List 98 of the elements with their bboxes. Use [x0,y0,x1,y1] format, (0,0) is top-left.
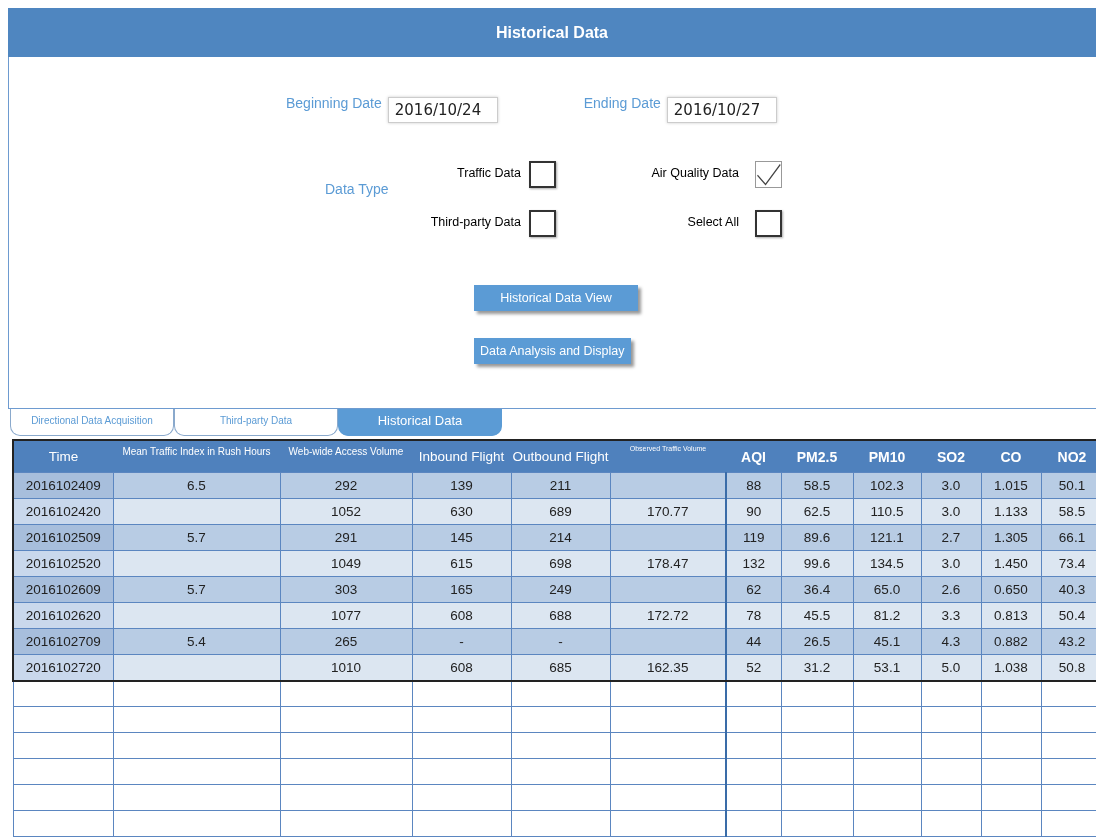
checkbox[interactable] [755,161,782,188]
table-cell: 291 [280,524,412,551]
table-cell: 26.5 [781,628,853,655]
table-cell: 1077 [280,602,412,629]
action-button[interactable]: Historical Data View [474,285,638,311]
column-header: PM2.5 [781,440,853,473]
checkbox[interactable] [755,210,782,237]
table-cell: 145 [412,524,511,551]
checkbox-label: Third-party Data [430,215,521,229]
table-cell: 110.5 [853,498,921,525]
table-cell: 630 [412,498,511,525]
table-cell: 688 [511,602,610,629]
table-cell: 58.5 [781,472,853,499]
table-cell: - [511,628,610,655]
column-header: PM10 [853,440,921,473]
table-cell: 121.1 [853,524,921,551]
table-cell: 162.35 [610,654,726,681]
column-header: AQI [726,440,781,473]
table-cell: 119 [726,524,781,551]
column-header: Inbound Flight [412,440,511,473]
table-cell: 45.1 [853,628,921,655]
table-cell: 132 [726,550,781,577]
table-cell: 89.6 [781,524,853,551]
table-cell: 36.4 [781,576,853,603]
table-cell: 65.0 [853,576,921,603]
table-cell: 1010 [280,654,412,681]
column-header: Web-wide Access Volume [280,440,412,473]
tab[interactable]: Directional Data Acquisition [10,409,174,436]
checkbox-label: Select All [687,215,739,229]
column-header: SO2 [921,440,981,473]
column-header: Time [13,440,113,473]
table-cell: 5.7 [113,576,280,603]
table-cell: 165 [412,576,511,603]
checkbox[interactable] [529,210,556,237]
table-cell: 698 [511,550,610,577]
table-cell: 45.5 [781,602,853,629]
table-cell: 2016102509 [13,524,113,551]
table-cell: 139 [412,472,511,499]
table-cell: 1.015 [981,472,1041,499]
table-cell: 2016102520 [13,550,113,577]
table-cell: 1049 [280,550,412,577]
table-cell: 5.7 [113,524,280,551]
table-cell: 292 [280,472,412,499]
table-cell: 2016102409 [13,472,113,499]
table-cell: 3.0 [921,472,981,499]
column-header: NO2 [1041,440,1096,473]
table-cell: 78 [726,602,781,629]
tab[interactable]: Historical Data [338,409,502,436]
table-cell: 689 [511,498,610,525]
checkbox[interactable] [529,161,556,188]
table-cell: 31.2 [781,654,853,681]
table-cell: 303 [280,576,412,603]
table-cell: 214 [511,524,610,551]
table-cell: 2016102609 [13,576,113,603]
table-cell: 2016102720 [13,654,113,681]
table-cell: 1052 [280,498,412,525]
table-cell: 81.2 [853,602,921,629]
column-header: Outbound Flight [511,440,610,473]
check-icon [756,162,781,187]
column-header: Mean Traffic Index in Rush Hours [113,440,280,473]
table-cell: 2016102709 [13,628,113,655]
table-cell: 172.72 [610,602,726,629]
table-cell: 62 [726,576,781,603]
table-cell: 608 [412,602,511,629]
table-cell: 44 [726,628,781,655]
table-cell: 178.47 [610,550,726,577]
table-cell: 2016102420 [13,498,113,525]
checkbox-label: Traffic Data [457,166,521,180]
date-label: Beginning Date [286,95,382,111]
table-cell: - [412,628,511,655]
table-cell: 88 [726,472,781,499]
window-title: Historical Data [495,23,608,42]
tab[interactable]: Third-party Data [174,409,338,436]
table-cell: 52 [726,654,781,681]
table-cell: 99.6 [781,550,853,577]
column-header: CO [981,440,1041,473]
table-cell: 615 [412,550,511,577]
table-cell: 249 [511,576,610,603]
table-cell: 102.3 [853,472,921,499]
table-cell: 6.5 [113,472,280,499]
date-field[interactable]: 2016/10/24 [387,97,498,123]
table-cell: 170.77 [610,498,726,525]
action-button[interactable]: Data Analysis and Display [474,338,631,364]
table-cell: 62.5 [781,498,853,525]
table-cell: 5.4 [113,628,280,655]
table-cell: 134.5 [853,550,921,577]
table-cell: 211 [511,472,610,499]
date-field[interactable]: 2016/10/27 [666,97,777,123]
table-cell: 608 [412,654,511,681]
table-cell: 2016102620 [13,602,113,629]
date-label: Ending Date [583,95,661,111]
data-type-label: Data Type [325,181,390,199]
checkbox-label: Air Quality Data [651,166,739,180]
table-cell: 685 [511,654,610,681]
table-cell: 53.1 [853,654,921,681]
table-cell: 265 [280,628,412,655]
table-cell: 90 [726,498,781,525]
table-cell: 50.1 [1041,472,1096,499]
